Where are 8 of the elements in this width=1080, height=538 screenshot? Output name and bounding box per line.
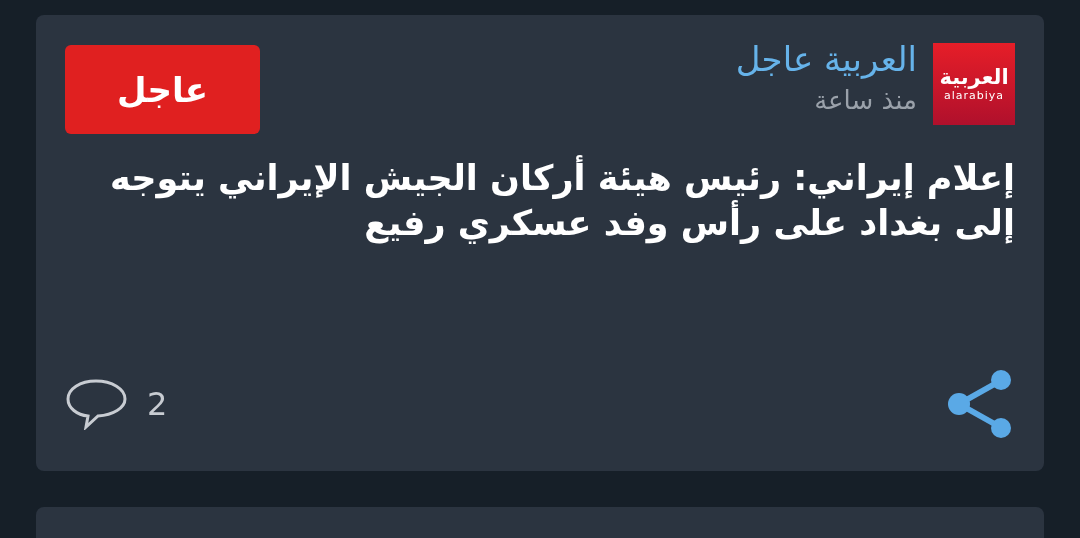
source-name[interactable]: العربية عاجل: [735, 37, 917, 82]
breaking-badge: عاجل: [65, 45, 260, 134]
post-time: منذ ساعة: [813, 85, 917, 116]
comment-count: 2: [147, 385, 168, 423]
logo-subtext: alarabiya: [943, 89, 1005, 103]
headline-text: إعلام إيراني: رئيس هيئة أركان الجيش الإيراني يتوجه إلى بغداد على رأس وفد عسكري رفيع: [65, 156, 1015, 246]
comment-icon[interactable]: [65, 378, 127, 430]
logo-text: العربية: [939, 65, 1009, 90]
